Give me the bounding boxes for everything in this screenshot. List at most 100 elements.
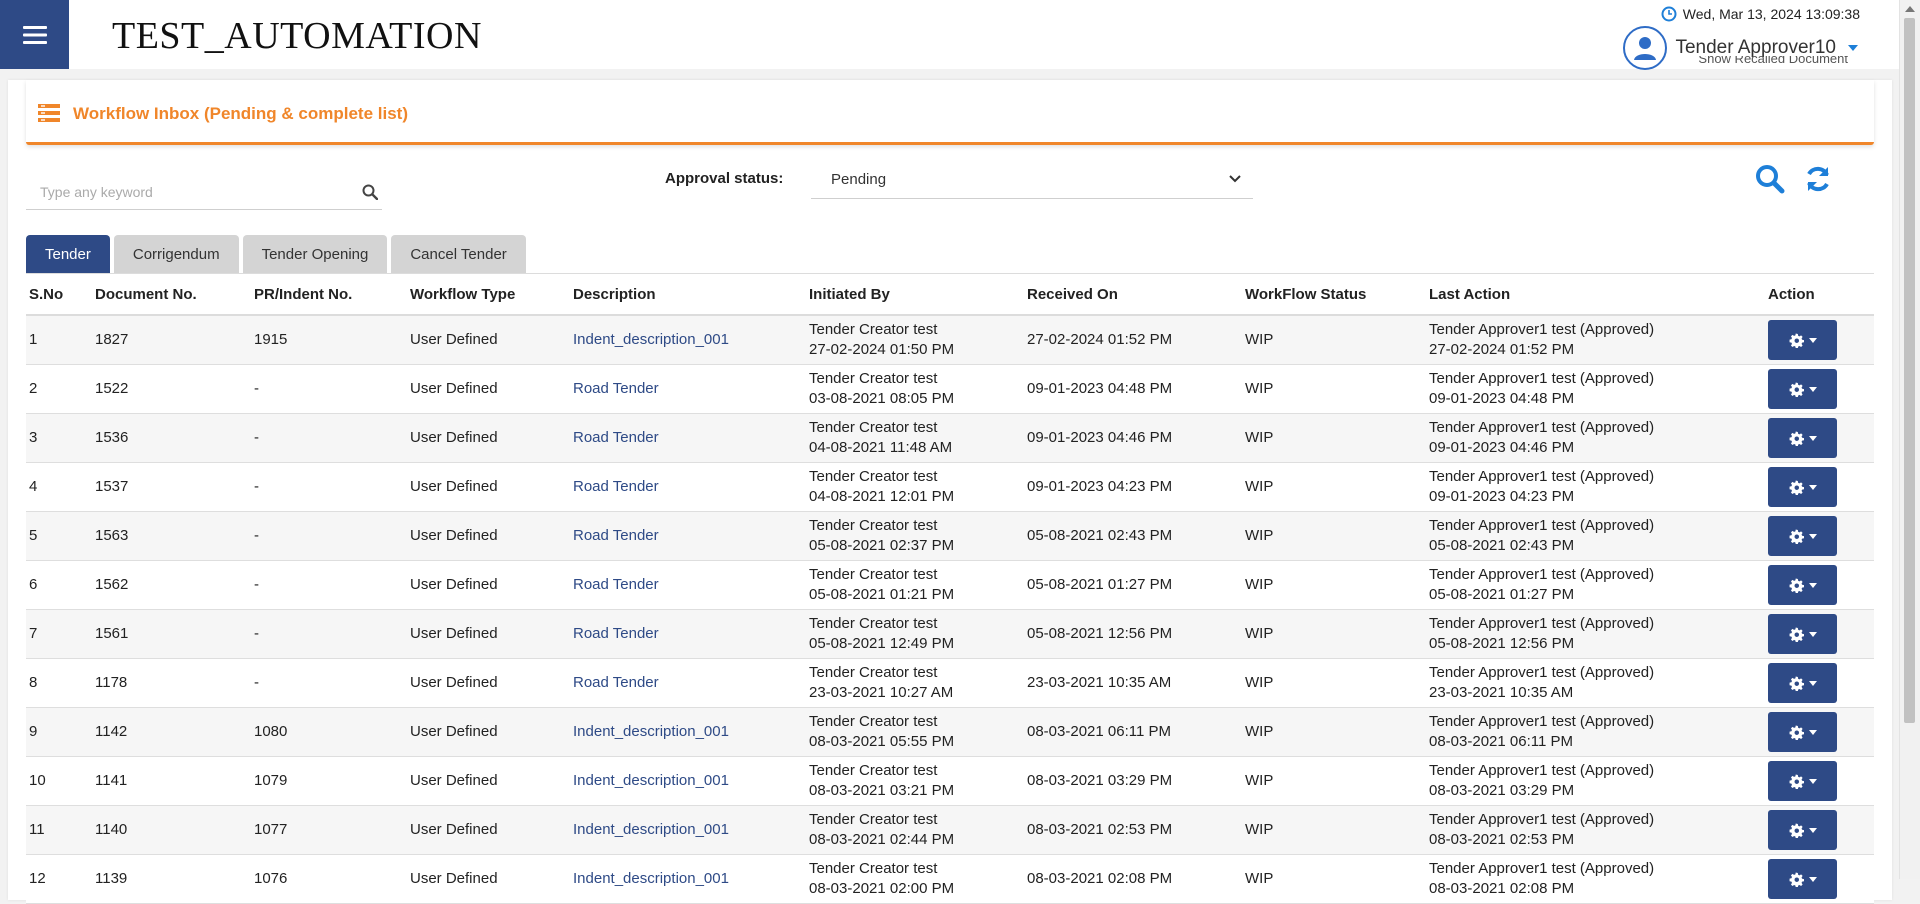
cell-workflow-type: User Defined (407, 658, 570, 708)
tab-cancel-tender[interactable]: Cancel Tender (391, 235, 526, 274)
search-icon[interactable] (362, 184, 378, 200)
scroll-up-icon[interactable] (1905, 6, 1915, 12)
tab-corrigendum[interactable]: Corrigendum (113, 235, 239, 274)
search-input[interactable] (26, 183, 352, 201)
tab-tender[interactable]: Tender (26, 235, 110, 274)
col-workflow-type[interactable]: Workflow Type (407, 274, 570, 316)
cell-description: Road Tender (570, 658, 806, 708)
cell-sno: 1 (26, 315, 92, 365)
gear-icon (1789, 479, 1804, 495)
description-link[interactable]: Road Tender (573, 429, 659, 446)
action-menu-button[interactable] (1768, 369, 1837, 409)
last-action-text: Tender Approver1 test (Approved) (1429, 615, 1655, 632)
last-action-text: Tender Approver1 test (Approved) (1429, 566, 1655, 583)
vertical-scrollbar[interactable] (1899, 0, 1920, 879)
cell-pr-indent-no: - (251, 560, 407, 610)
tab-tender-opening[interactable]: Tender Opening (242, 235, 388, 274)
cell-description: Road Tender (570, 364, 806, 414)
col-description[interactable]: Description (570, 274, 806, 316)
app-title: TEST_AUTOMATION (112, 15, 482, 57)
workflow-panel: Workflow Inbox (Pending & complete list)… (8, 80, 1892, 904)
description-link[interactable]: Indent_description_001 (573, 331, 729, 348)
description-link[interactable]: Road Tender (573, 625, 659, 642)
refresh-icon[interactable] (1803, 164, 1833, 194)
panel-header: Workflow Inbox (Pending & complete list) (26, 80, 1874, 145)
action-menu-button[interactable] (1768, 712, 1837, 752)
initiator-name: Tender Creator test (809, 664, 938, 681)
cell-document-no: 1561 (92, 609, 251, 659)
col-received-on[interactable]: Received On (1024, 274, 1242, 316)
initiator-name: Tender Creator test (809, 566, 938, 583)
description-link[interactable]: Indent_description_001 (573, 772, 729, 789)
cell-workflow-status: WIP (1242, 658, 1426, 708)
workflow-table: S.No Document No. PR/Indent No. Workflow… (26, 274, 1874, 904)
description-link[interactable]: Road Tender (573, 478, 659, 495)
menu-button[interactable] (0, 0, 69, 69)
action-menu-button[interactable] (1768, 614, 1837, 654)
approval-status-label: Approval status: (665, 170, 784, 187)
action-menu-button[interactable] (1768, 467, 1837, 507)
cell-received-on: 08-03-2021 06:11 PM (1024, 707, 1242, 757)
table-row: 4 1537- User Defined Road Tender Tender Crea… (26, 462, 1874, 512)
initiated-date: 23-03-2021 10:27 AM (809, 684, 954, 701)
cell-workflow-type: User Defined (407, 756, 570, 806)
cell-received-on: 08-03-2021 02:08 PM (1024, 854, 1242, 904)
table-row: 1 1827 1915 User Defined Indent_description_… (26, 315, 1874, 365)
cell-action (1765, 658, 1874, 708)
col-workflow-status[interactable]: WorkFlow Status (1242, 274, 1426, 316)
action-menu-button[interactable] (1768, 516, 1837, 556)
description-link[interactable]: Road Tender (573, 527, 659, 544)
col-document-no[interactable]: Document No. (92, 274, 251, 316)
caret-down-icon (1808, 582, 1817, 588)
description-link[interactable]: Road Tender (573, 380, 659, 397)
hamburger-icon (22, 25, 47, 44)
cell-workflow-type: User Defined (407, 462, 570, 512)
description-link[interactable]: Road Tender (573, 576, 659, 593)
last-action-text: Tender Approver1 test (Approved) (1429, 321, 1655, 338)
cell-received-on: 08-03-2021 02:53 PM (1024, 805, 1242, 855)
action-menu-button[interactable] (1768, 320, 1837, 360)
cell-workflow-status: WIP (1242, 854, 1426, 904)
cell-action (1765, 413, 1874, 463)
search-button-icon[interactable] (1755, 164, 1785, 194)
action-menu-button[interactable] (1768, 859, 1837, 899)
action-menu-button[interactable] (1768, 418, 1837, 458)
gear-icon (1789, 675, 1804, 691)
table-header-row: S.No Document No. PR/Indent No. Workflow… (26, 274, 1874, 316)
col-last-action[interactable]: Last Action (1426, 274, 1765, 316)
caret-down-icon (1808, 435, 1817, 441)
last-action-date: 05-08-2021 01:27 PM (1429, 586, 1575, 603)
initiated-date: 05-08-2021 02:37 PM (809, 537, 955, 554)
cell-pr-indent-no: - (251, 413, 407, 463)
initiator-name: Tender Creator test (809, 321, 938, 338)
action-menu-button[interactable] (1768, 565, 1837, 605)
cell-description: Indent_description_001 (570, 854, 806, 904)
cell-last-action: Tender Approver1 test (Approved) 05-08-20… (1426, 609, 1765, 659)
cell-action (1765, 511, 1874, 561)
action-menu-button[interactable] (1768, 761, 1837, 801)
cell-initiated-by: Tender Creator test 04-08-2021 11:48 AM (806, 413, 1024, 463)
col-initiated-by[interactable]: Initiated By (806, 274, 1024, 316)
caret-down-icon (1808, 631, 1817, 637)
cell-sno: 11 (26, 805, 92, 855)
description-link[interactable]: Indent_description_001 (573, 821, 729, 838)
cell-received-on: 23-03-2021 10:35 AM (1024, 658, 1242, 708)
cell-pr-indent-no: 1079 (251, 756, 407, 806)
recalled-document-link[interactable]: Show Recalled Document (1698, 56, 1848, 68)
cell-workflow-type: User Defined (407, 805, 570, 855)
description-link[interactable]: Indent_description_001 (573, 723, 729, 740)
last-action-date: 08-03-2021 03:29 PM (1429, 782, 1575, 799)
col-sno[interactable]: S.No (26, 274, 92, 316)
description-link[interactable]: Road Tender (573, 674, 659, 691)
action-menu-button[interactable] (1768, 810, 1837, 850)
approval-status-select[interactable]: Pending (811, 160, 1253, 199)
col-pr-indent-no[interactable]: PR/Indent No. (251, 274, 407, 316)
cell-document-no: 1141 (92, 756, 251, 806)
action-menu-button[interactable] (1768, 663, 1837, 703)
cell-sno: 8 (26, 658, 92, 708)
clock-icon (1661, 6, 1677, 22)
scrollbar-thumb[interactable] (1904, 18, 1915, 723)
cell-workflow-type: User Defined (407, 413, 570, 463)
initiator-name: Tender Creator test (809, 811, 938, 828)
cell-initiated-by: Tender Creator test 04-08-2021 12:01 PM (806, 462, 1024, 512)
